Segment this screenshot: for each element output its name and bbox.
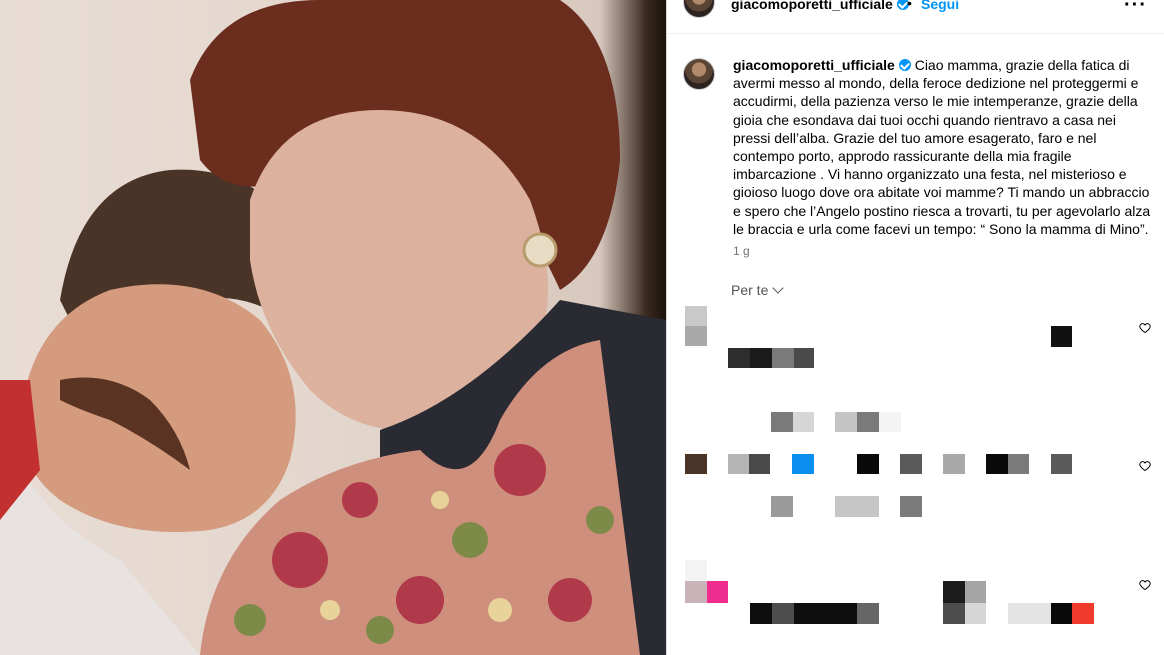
follow-button[interactable]: Segui (921, 0, 959, 12)
comment-redacted-block (943, 454, 965, 474)
comment-redacted-block (879, 412, 901, 432)
comment-avatar-part (685, 581, 707, 603)
author-username-text[interactable]: giacomoporetti_ufficiale (731, 0, 893, 12)
comment-redacted-block (771, 412, 793, 432)
comment-redacted-block (965, 603, 986, 624)
verified-badge-icon (898, 59, 911, 71)
comment-redacted-block (986, 454, 1008, 474)
heart-icon[interactable] (1139, 322, 1151, 334)
comment-redacted-block (1008, 454, 1029, 474)
caption-author-username[interactable]: giacomoporetti_ufficiale (733, 57, 895, 73)
comment-item (667, 300, 1164, 380)
comment-redacted-block (771, 496, 793, 517)
heart-icon[interactable] (1139, 460, 1151, 472)
comment-item (667, 408, 1164, 523)
header-separator: • (907, 0, 912, 11)
comment-redacted-block (857, 412, 879, 432)
comments-sort-label: Per te (731, 282, 769, 298)
comment-redacted-block (794, 603, 857, 624)
post-photo-illustration (0, 0, 666, 655)
caption-text: Ciao mamma, grazie della fatica di averm… (733, 57, 1151, 237)
comment-redacted-block (728, 454, 749, 474)
comment-redacted-block (1008, 603, 1051, 624)
comment-redacted-block (965, 581, 986, 603)
comment-redacted-block (1051, 326, 1072, 347)
comment-redacted-block (900, 454, 922, 474)
post-header: giacomoporetti_ufficiale • Segui ··· (667, 0, 1164, 34)
comment-avatar[interactable] (685, 306, 707, 326)
comment-redacted-block (857, 603, 879, 624)
comment-avatar-part (685, 326, 707, 346)
comment-redacted-block (793, 412, 814, 432)
comment-item (667, 560, 1164, 655)
comment-redacted-block (943, 603, 965, 624)
comment-redacted-block (857, 454, 879, 474)
more-options-icon[interactable]: ··· (1124, 0, 1147, 17)
post-photo (0, 0, 666, 655)
comment-redacted-block (943, 581, 965, 603)
comment-redacted-block (772, 348, 794, 368)
comment-redacted-block (835, 412, 857, 432)
comment-avatar-part (707, 581, 728, 603)
comment-redacted-block (792, 454, 814, 474)
comment-redacted-block (900, 496, 922, 517)
comment-redacted-block (1051, 603, 1072, 624)
author-username[interactable]: giacomoporetti_ufficiale (731, 0, 909, 12)
comment-avatar[interactable] (685, 560, 707, 581)
author-avatar[interactable] (683, 0, 715, 18)
comment-redacted-block (750, 603, 772, 624)
comment-redacted-block (1051, 454, 1072, 474)
comment-redacted-block (794, 348, 814, 368)
comment-redacted-block (728, 348, 750, 368)
comment-redacted-block (835, 496, 879, 517)
comments-sort-dropdown[interactable]: Per te (731, 282, 785, 298)
post-side-panel: giacomoporetti_ufficiale • Segui ··· gia… (666, 0, 1164, 655)
comment-redacted-block (772, 603, 794, 624)
caption-body: giacomoporetti_ufficiale Ciao mamma, gra… (733, 56, 1153, 238)
comment-avatar[interactable] (685, 454, 707, 474)
chevron-down-icon (772, 282, 785, 294)
comment-redacted-block (750, 348, 772, 368)
comment-redacted-block (749, 454, 770, 474)
heart-icon[interactable] (1139, 579, 1151, 591)
post-age[interactable]: 1 g (733, 244, 750, 258)
caption-author-avatar[interactable] (683, 58, 715, 90)
comment-redacted-block (1072, 603, 1094, 624)
